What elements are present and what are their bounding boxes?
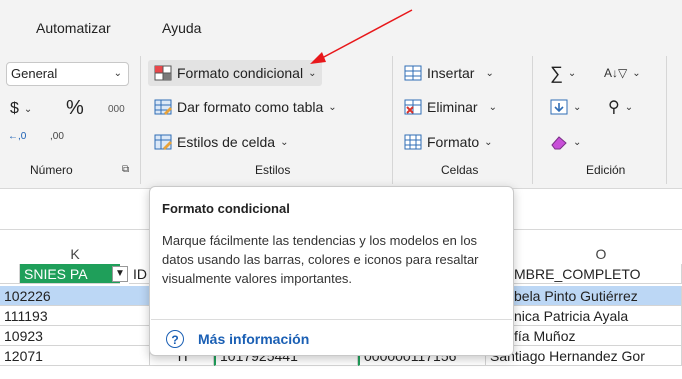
annotation-arrow-icon bbox=[310, 9, 413, 64]
excel-window: Automatizar Ayuda General ⌄ $ ⌄ % 000 ←,… bbox=[0, 0, 682, 379]
